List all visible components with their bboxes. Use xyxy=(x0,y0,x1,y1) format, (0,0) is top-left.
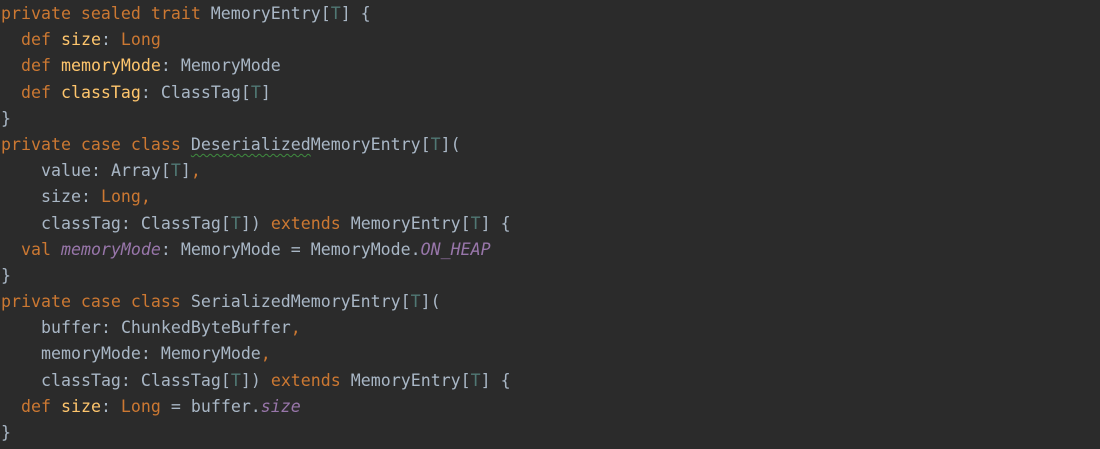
code-token: [ xyxy=(320,4,331,23)
code-line[interactable]: val memoryMode: MemoryMode = MemoryMode.… xyxy=(0,237,1100,263)
code-line[interactable]: private case class SerializedMemoryEntry… xyxy=(0,289,1100,315)
code-token: Deserialized xyxy=(190,134,311,154)
code-token: memoryMode xyxy=(60,239,161,259)
code-token: : xyxy=(100,30,121,50)
code-token: Long, xyxy=(100,187,151,207)
code-line[interactable]: } xyxy=(0,420,1100,446)
code-token: extends xyxy=(270,213,351,233)
code-token: T xyxy=(410,292,421,312)
code-token: T xyxy=(430,134,441,154)
code-token: [ xyxy=(420,134,431,154)
code-token: [ xyxy=(220,370,231,390)
code-token: T xyxy=(230,370,241,390)
code-token: MemoryEntry xyxy=(350,370,461,390)
code-token: ClassTag xyxy=(160,82,241,102)
code-token: ]( xyxy=(420,292,441,312)
code-token: ] { xyxy=(480,370,511,390)
code-token: = xyxy=(280,239,311,259)
code-token: = buffer. xyxy=(160,396,261,416)
code-token: T xyxy=(170,161,181,181)
code-token: : xyxy=(140,82,161,102)
code-token: MemoryEntry xyxy=(350,213,461,233)
code-token: ON_HEAP xyxy=(420,239,491,259)
code-token: ] { xyxy=(340,4,371,23)
code-token: private case class xyxy=(1,134,191,154)
code-line[interactable]: private case class DeserializedMemoryEnt… xyxy=(0,132,1100,158)
code-token: [ xyxy=(160,161,171,181)
code-token: value: xyxy=(41,161,111,181)
code-token: MemoryMode. xyxy=(310,239,421,259)
code-token: size xyxy=(260,396,301,416)
code-token: [ xyxy=(240,82,251,102)
code-line[interactable]: def classTag: ClassTag[T] xyxy=(0,80,1100,106)
code-token: T xyxy=(470,370,481,390)
code-token: T xyxy=(330,4,341,23)
code-token: , xyxy=(260,344,271,364)
code-token: T xyxy=(470,213,481,233)
code-line[interactable]: private sealed trait MemoryEntry[T] { xyxy=(0,1,1100,27)
code-token: ] xyxy=(180,161,191,181)
code-token: [ xyxy=(400,292,411,312)
code-token: , xyxy=(290,318,301,338)
code-line[interactable]: def memoryMode: MemoryMode xyxy=(0,53,1100,79)
code-editor[interactable]: private sealed trait MemoryEntry[T] {def… xyxy=(0,0,1100,449)
code-token: ClassTag xyxy=(140,213,221,233)
code-token: : xyxy=(160,56,181,76)
code-token: [ xyxy=(460,370,471,390)
code-line[interactable]: def size: Long xyxy=(0,27,1100,53)
code-token: } xyxy=(1,108,11,128)
code-token: T xyxy=(250,82,261,102)
code-token: ] { xyxy=(480,213,511,233)
code-token: : xyxy=(100,396,121,416)
code-token: buffer: xyxy=(41,318,121,338)
code-token: Array xyxy=(110,161,161,181)
code-token: : xyxy=(160,239,181,259)
code-line[interactable]: classTag: ClassTag[T]) extends MemoryEnt… xyxy=(0,211,1100,237)
code-token: val xyxy=(21,239,61,259)
code-token: size xyxy=(60,30,101,50)
code-token: ClassTag xyxy=(140,370,221,390)
code-line[interactable]: classTag: ClassTag[T]) extends MemoryEnt… xyxy=(0,368,1100,394)
code-line[interactable]: buffer: ChunkedByteBuffer, xyxy=(0,315,1100,341)
code-token: T xyxy=(230,213,241,233)
code-token: private case class xyxy=(1,292,191,312)
code-token: Long xyxy=(120,30,161,50)
code-token: ChunkedByteBuffer xyxy=(120,318,291,338)
code-token: def xyxy=(21,30,61,50)
code-token: classTag: xyxy=(41,213,141,233)
code-line[interactable]: } xyxy=(0,106,1100,132)
code-token: extends xyxy=(270,370,351,390)
code-token: MemoryMode xyxy=(180,56,281,76)
code-token: memoryMode: xyxy=(41,344,161,364)
code-token: ]) xyxy=(240,370,271,390)
code-token: MemoryMode xyxy=(180,239,281,259)
code-token: } xyxy=(1,423,11,442)
code-token: MemoryEntry xyxy=(310,134,421,154)
code-token: SerializedMemoryEntry xyxy=(190,292,401,312)
code-token: size xyxy=(60,396,101,416)
code-line[interactable]: def size: Long = buffer.size xyxy=(0,394,1100,420)
code-token: classTag xyxy=(60,82,141,102)
code-line[interactable]: value: Array[T], xyxy=(0,158,1100,184)
code-token: } xyxy=(1,265,11,285)
code-line[interactable]: memoryMode: MemoryMode, xyxy=(0,341,1100,367)
code-line[interactable]: size: Long, xyxy=(0,184,1100,210)
code-token: memoryMode xyxy=(60,56,161,76)
code-token: ]( xyxy=(440,134,461,154)
code-token: def xyxy=(21,56,61,76)
code-token: MemoryMode xyxy=(160,344,261,364)
code-token: classTag: xyxy=(41,370,141,390)
code-token: [ xyxy=(220,213,231,233)
code-token: Long xyxy=(120,396,161,416)
code-token: def xyxy=(21,396,61,416)
code-token: ]) xyxy=(240,213,271,233)
code-token: size: xyxy=(41,187,101,207)
code-token: def xyxy=(21,82,61,102)
code-token: ] xyxy=(260,82,271,102)
code-token: [ xyxy=(460,213,471,233)
code-token: MemoryEntry xyxy=(210,4,321,23)
code-line[interactable]: } xyxy=(0,263,1100,289)
code-token: , xyxy=(190,161,201,181)
code-token: private sealed trait xyxy=(1,4,211,23)
